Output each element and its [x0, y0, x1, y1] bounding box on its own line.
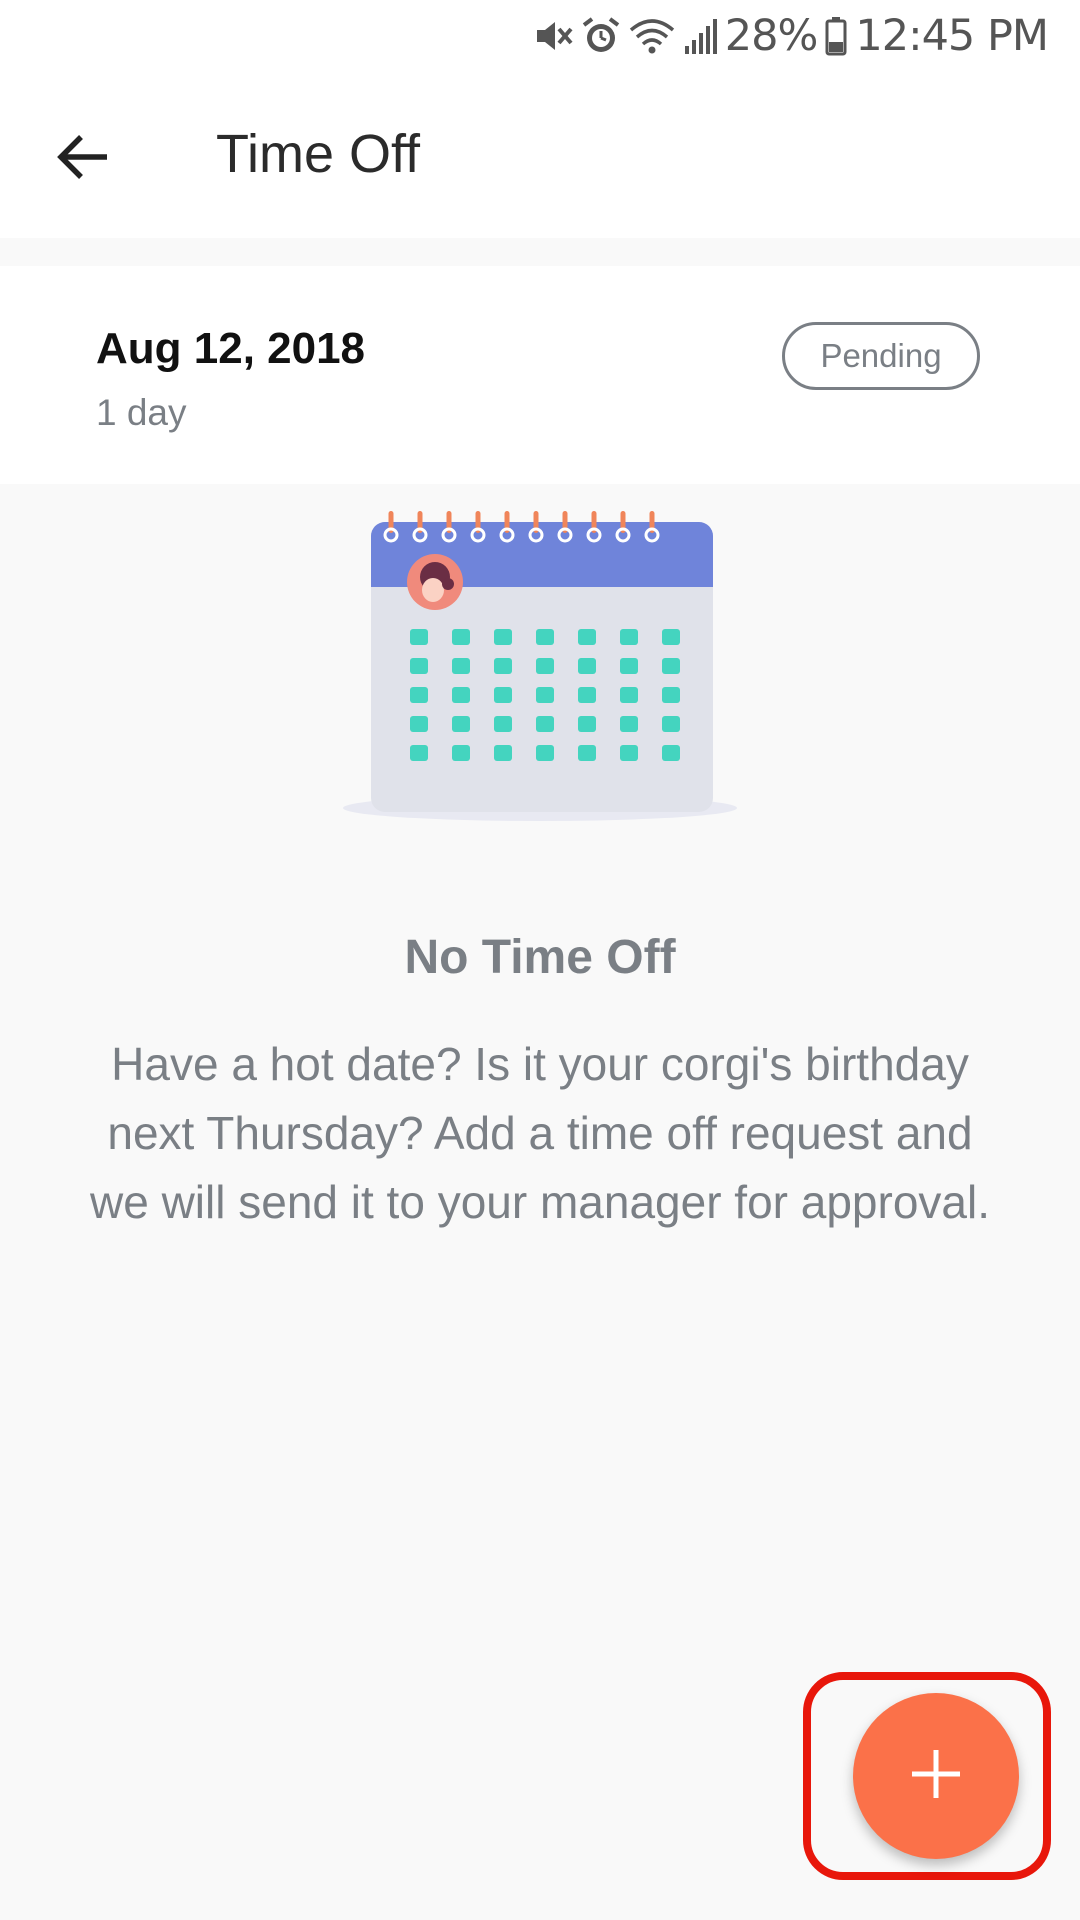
calendar-day-cell [536, 658, 554, 674]
calendar-day-cell [536, 687, 554, 703]
calendar-day-cell [620, 687, 638, 703]
status-badge: Pending [782, 322, 980, 390]
time-off-screen: 28% 12:45 PM Time Off Aug 12, 2018 1 day… [0, 0, 1080, 1920]
calendar-day-cell [410, 687, 428, 703]
calendar-day-cell [494, 745, 512, 761]
calendar-day-cell [662, 716, 680, 732]
mute-icon [533, 16, 573, 56]
wifi-icon [629, 16, 675, 56]
calendar-day-cell [662, 745, 680, 761]
status-icons: 28% 12:45 PM [533, 10, 1049, 62]
calendar-day-cell [578, 629, 596, 645]
arrow-left-icon [55, 129, 111, 190]
battery-icon [825, 16, 847, 56]
calendar-day-cell [662, 687, 680, 703]
calendar-day-cell [578, 658, 596, 674]
empty-state-title: No Time Off [404, 931, 676, 984]
calendar-day-cell [536, 716, 554, 732]
calendar-day-cell [578, 716, 596, 732]
calendar-day-cell [536, 745, 554, 761]
calendar-day-cell [452, 716, 470, 732]
calendar-day-cell [662, 658, 680, 674]
calendar-day-cell [662, 629, 680, 645]
calendar-illustration [340, 505, 740, 825]
calendar-day-cell [620, 629, 638, 645]
calendar-day-cell [620, 745, 638, 761]
calendar-day-cell [494, 629, 512, 645]
app-toolbar: Time Off [0, 72, 1080, 238]
calendar-day-cell [494, 716, 512, 732]
clock-time: 12:45 PM [855, 11, 1049, 61]
request-duration: 1 day [96, 392, 187, 433]
calendar-day-cell [410, 629, 428, 645]
calendar-day-cell [452, 687, 470, 703]
calendar-day-cell [494, 658, 512, 674]
battery-percent: 28% [724, 11, 819, 61]
calendar-day-cell [452, 629, 470, 645]
calendar-day-cell [410, 658, 428, 674]
signal-icon [683, 16, 717, 56]
calendar-day-cell [410, 745, 428, 761]
back-button[interactable] [40, 116, 126, 202]
calendar-day-cell [620, 658, 638, 674]
alarm-icon [581, 16, 621, 56]
calendar-day-cell [620, 716, 638, 732]
empty-state-message: Have a hot date? Is it your corgi's birt… [90, 1038, 990, 1228]
time-off-request-item[interactable]: Aug 12, 2018 1 day Pending [0, 266, 1080, 484]
calendar-day-cell [410, 716, 428, 732]
calendar-day-cell [578, 687, 596, 703]
calendar-day-cell [494, 687, 512, 703]
status-bar: 28% 12:45 PM [0, 0, 1080, 72]
plus-icon [906, 1744, 966, 1809]
calendar-day-cell [578, 745, 596, 761]
calendar-day-cell [452, 658, 470, 674]
request-date: Aug 12, 2018 [96, 324, 366, 373]
calendar-day-cell [452, 745, 470, 761]
calendar-day-cell [536, 629, 554, 645]
add-time-off-button[interactable] [853, 1693, 1019, 1859]
page-title: Time Off [216, 124, 421, 184]
